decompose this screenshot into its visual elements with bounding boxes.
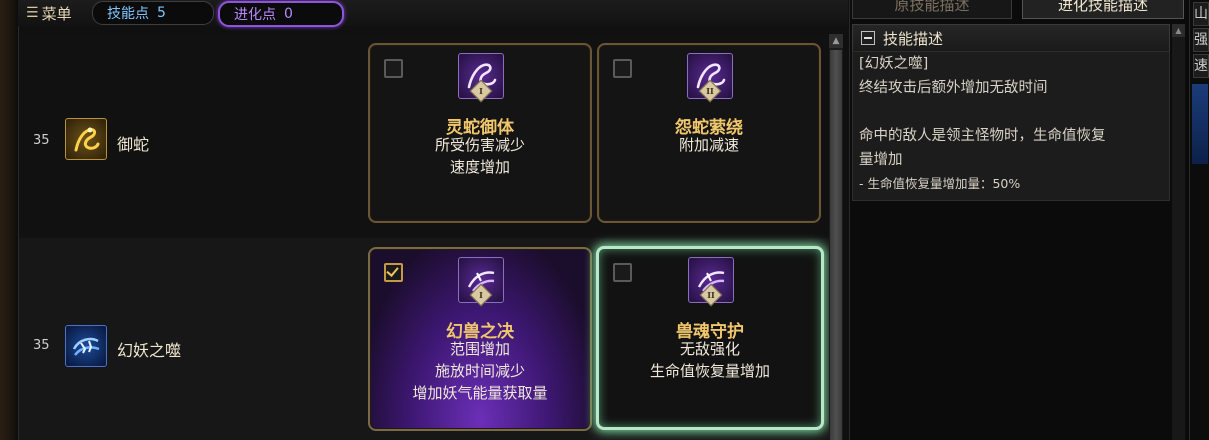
option-effect: 生命值恢复量增加 — [649, 362, 770, 380]
scrollbar-thumb[interactable] — [830, 50, 842, 440]
window-edge — [0, 0, 18, 440]
option-checkbox[interactable] — [613, 263, 632, 282]
section-title: 技能描述 — [883, 29, 944, 48]
scroll-up-arrow-icon[interactable]: ▲ — [1172, 24, 1185, 37]
skill-points-label: 技能点 — [107, 6, 149, 22]
description-scrollbar[interactable]: ▲ — [1172, 24, 1185, 440]
skill-name: 幻妖之噬 — [117, 341, 182, 360]
skill-points-badge: 技能点 5 — [92, 1, 214, 25]
side-tab[interactable]: 速 — [1193, 54, 1209, 78]
side-panel-highlight — [1192, 84, 1208, 164]
menu-icon: ☰ — [26, 5, 39, 21]
option-effect: 无敌强化 — [679, 340, 740, 358]
menu-label: 菜单 — [41, 4, 72, 23]
side-tab[interactable]: 山 — [1193, 2, 1209, 26]
option-checkbox-checked[interactable] — [384, 263, 403, 282]
evolution-option-card-selected[interactable]: II 兽魂守护 无敌强化 生命值恢复量增加 — [596, 246, 824, 430]
tab-label: 进化技能描述 — [1057, 0, 1148, 14]
option-effect: 施放时间减少 — [434, 362, 525, 380]
tier-numeral: II — [706, 86, 714, 96]
skill-level: 35 — [33, 338, 50, 353]
option-checkbox[interactable] — [613, 59, 632, 78]
tier-numeral: I — [479, 290, 483, 300]
tab-evolution-description[interactable]: 进化技能描述 — [1022, 0, 1184, 19]
desc-line: - 生命值恢复量增加量：50% — [859, 176, 1021, 191]
beast-bite-icon[interactable] — [65, 325, 107, 367]
option-effect: 附加减速 — [678, 136, 739, 154]
option-checkbox[interactable] — [384, 59, 403, 78]
evolution-option-card[interactable]: I 幻兽之决 范围增加 施放时间减少 增加妖气能量获取量 — [368, 247, 592, 431]
evolution-option-card[interactable]: II 怨蛇萦绕 附加减速 — [597, 43, 821, 223]
tab-label: 原技能描述 — [894, 0, 970, 14]
description-body: [幻妖之噬] 终结攻击后额外增加无敌时间 命中的敌人是领主怪物时，生命值恢复 量… — [852, 51, 1170, 201]
scroll-up-arrow-icon[interactable]: ▲ — [829, 34, 843, 48]
option-effect: 增加妖气能量获取量 — [412, 384, 548, 402]
skill-name: 御蛇 — [117, 135, 150, 154]
option-effect: 范围增加 — [449, 340, 510, 358]
evolution-points-badge: 进化点 0 — [218, 1, 344, 27]
option-effect: 速度增加 — [449, 158, 510, 176]
desc-line — [853, 100, 1169, 124]
desc-line: 量增加 — [859, 152, 903, 168]
side-window-fragment: 山 强 速 — [1189, 0, 1209, 440]
desc-line: [幻妖之噬] — [859, 56, 929, 72]
evolution-points-label: 进化点 — [234, 7, 276, 23]
snake-icon[interactable] — [65, 118, 107, 160]
desc-line: 终结攻击后额外增加无敌时间 — [859, 80, 1048, 96]
tab-original-description[interactable]: 原技能描述 — [852, 0, 1012, 19]
evolution-points-value: 0 — [284, 6, 293, 22]
menu-button[interactable]: ☰ 菜单 — [26, 2, 72, 24]
skill-level: 35 — [33, 133, 50, 148]
option-effect: 所受伤害减少 — [434, 136, 525, 154]
evolution-option-card[interactable]: I 灵蛇御体 所受伤害减少 速度增加 — [368, 43, 592, 223]
desc-line: 命中的敌人是领主怪物时，生命值恢复 — [859, 128, 1106, 144]
tier-numeral: II — [707, 290, 715, 300]
tier-numeral: I — [479, 86, 483, 96]
side-tab[interactable]: 强 — [1193, 28, 1209, 52]
collapse-icon[interactable] — [861, 31, 875, 45]
skill-points-value: 5 — [157, 5, 166, 21]
description-section-header[interactable]: 技能描述 — [852, 24, 1170, 52]
